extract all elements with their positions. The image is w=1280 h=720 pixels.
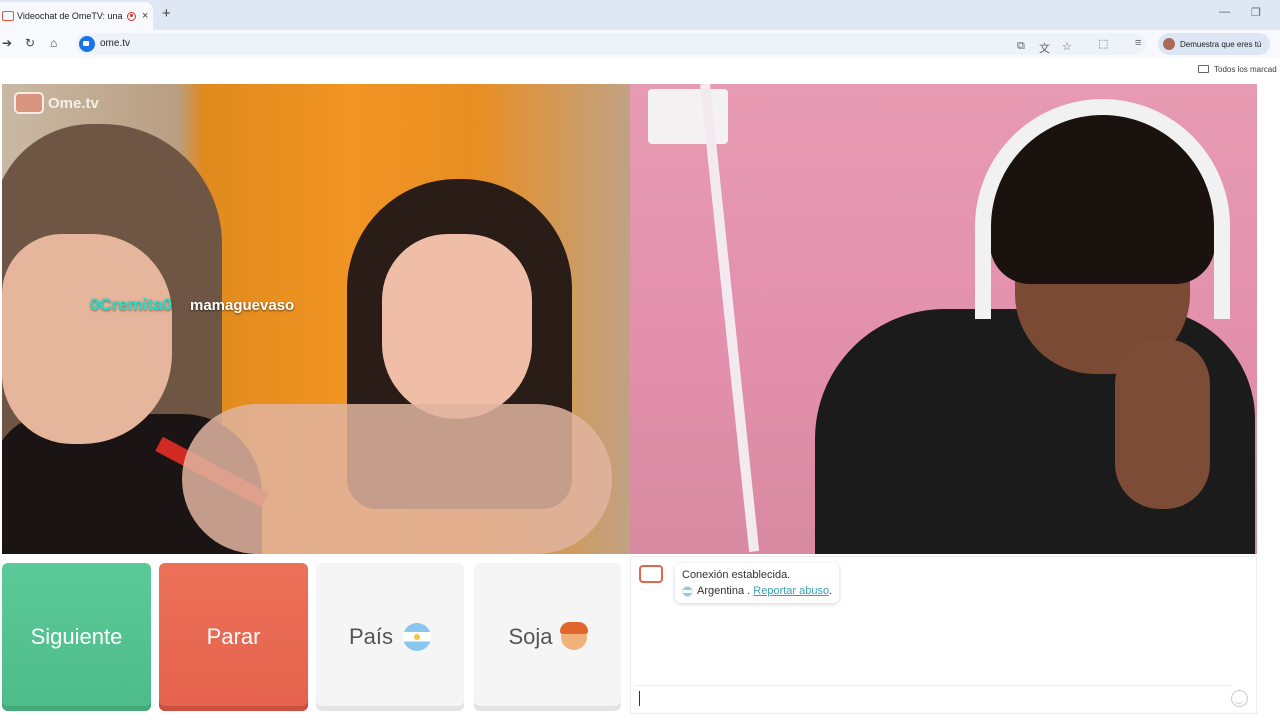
tab-close-icon[interactable]: ×	[142, 10, 148, 22]
argentina-flag-icon	[682, 585, 693, 597]
tab-title: Videochat de OmeTV: una	[17, 11, 123, 21]
chat-panel: Conexión establecida. Argentina . Report…	[630, 556, 1257, 714]
connection-status: Conexión establecida.	[682, 569, 791, 581]
person-hand	[182, 404, 612, 554]
separator-text: .	[744, 585, 754, 597]
minimize-button[interactable]: —	[1219, 6, 1230, 18]
profile-label: Demuestra que eres tú	[1180, 39, 1262, 49]
stranger-name-2: mamaguevaso	[190, 297, 295, 314]
chat-input[interactable]	[635, 685, 1231, 711]
next-button-label: Siguiente	[30, 624, 123, 649]
cable	[700, 84, 760, 552]
url-text[interactable]: ome.tv	[100, 38, 130, 49]
system-message: Conexión establecida. Argentina . Report…	[675, 563, 839, 603]
next-button[interactable]: Siguiente	[2, 563, 151, 711]
country-button-label: País	[348, 624, 394, 649]
all-bookmarks-link[interactable]: Todos los marcad	[1214, 65, 1277, 74]
person-face	[382, 234, 532, 419]
headset	[975, 99, 1230, 319]
ometv-watermark: Ome.tv	[14, 92, 99, 114]
extensions-icon[interactable]: ⬚	[1098, 37, 1108, 50]
profile-button[interactable]: Demuestra que eres tú	[1158, 33, 1270, 55]
address-bar[interactable]: ome.tv ⧉ 文 ☆	[76, 33, 1146, 55]
stop-button[interactable]: Parar	[159, 563, 308, 711]
browser-toolbar: ➔ ↻ ⌂ ome.tv ⧉ 文 ☆ ⬚ ≡ Demuestra que ere…	[0, 30, 1280, 58]
browser-tab[interactable]: Videochat de OmeTV: una ×	[0, 2, 153, 30]
gender-filter-button[interactable]: Soja	[474, 563, 621, 711]
text-caret	[639, 691, 640, 706]
country-name: Argentina	[697, 585, 745, 597]
site-info-icon[interactable]	[79, 36, 95, 52]
forward-icon[interactable]: ➔	[2, 36, 12, 50]
home-icon[interactable]: ⌂	[50, 36, 57, 50]
ometv-favicon-icon	[2, 11, 14, 21]
wall-outlet	[648, 89, 728, 144]
person-hand	[1115, 339, 1210, 509]
report-abuse-link[interactable]: Reportar abuso	[753, 585, 829, 597]
tv-logo-icon	[14, 92, 44, 114]
bookmarks-bar: Todos los marcad	[0, 58, 1280, 82]
reload-icon[interactable]: ↻	[25, 36, 35, 50]
new-tab-button[interactable]: +	[162, 5, 171, 22]
maximize-button[interactable]: ❐	[1251, 6, 1261, 19]
country-filter-button[interactable]: País	[316, 563, 464, 711]
watermark-text: Ome.tv	[48, 94, 99, 112]
stranger-name-1: 0Cremita0	[90, 295, 173, 314]
boy-face-icon	[559, 622, 588, 650]
person-face	[2, 234, 172, 444]
bookmark-star-icon[interactable]: ☆	[1062, 40, 1072, 53]
tab-search-icon[interactable]: ≡	[1135, 37, 1141, 49]
self-video	[630, 84, 1257, 554]
stop-button-label: Parar	[206, 624, 261, 649]
ometv-chat-icon	[639, 565, 663, 583]
emoji-icon[interactable]	[1231, 690, 1248, 707]
gender-button-label: Soja	[508, 624, 553, 649]
argentina-flag-icon	[403, 623, 432, 651]
folder-icon	[1198, 65, 1209, 73]
translate-icon[interactable]: 文	[1039, 40, 1050, 56]
cast-icon[interactable]: ⧉	[1017, 40, 1025, 53]
avatar-icon	[1163, 38, 1175, 50]
stranger-video: Ome.tv 0Cremita0 mamaguevaso	[2, 84, 630, 554]
recording-icon	[127, 11, 136, 21]
trailing-period: .	[829, 585, 833, 597]
tab-strip: Videochat de OmeTV: una × + — ❐	[0, 0, 1280, 30]
country-line: Argentina . Reportar abuso .	[682, 585, 832, 597]
